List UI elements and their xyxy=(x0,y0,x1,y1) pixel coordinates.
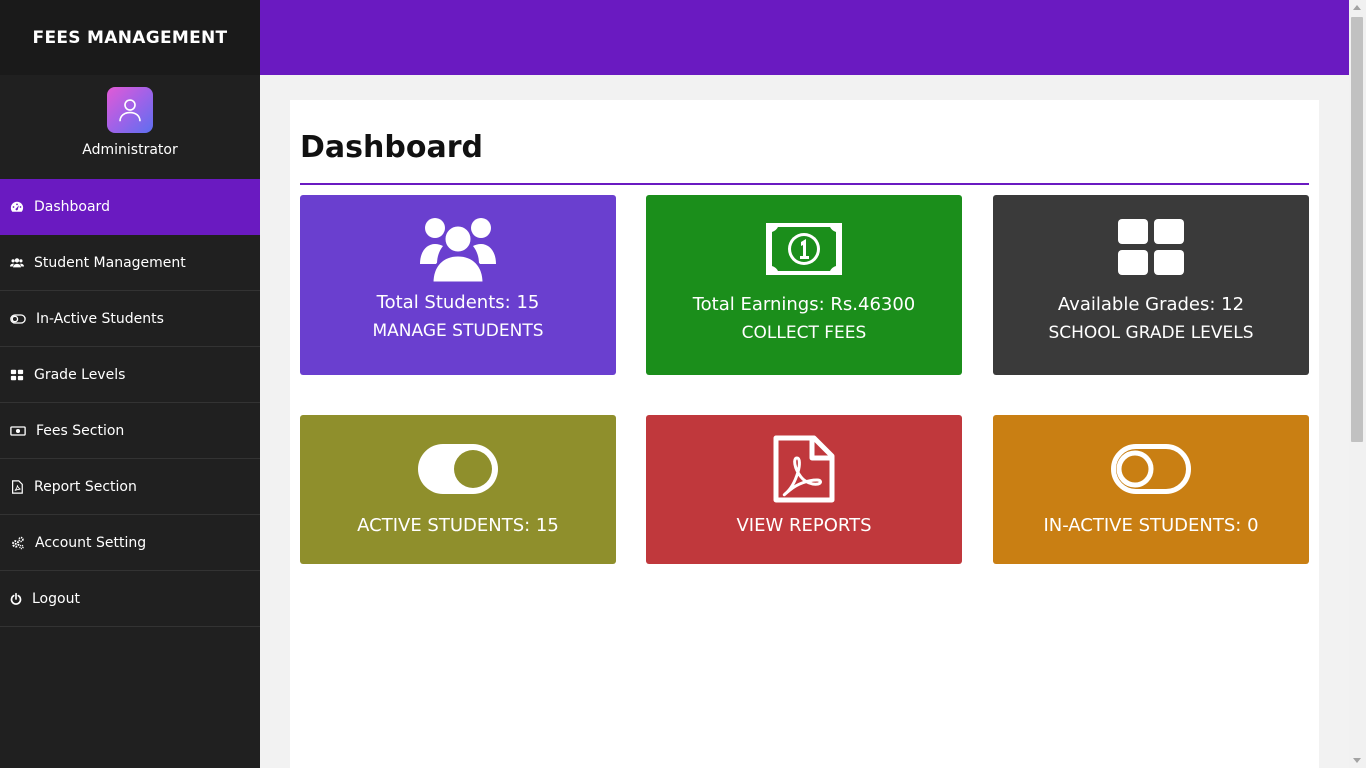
sidebar-item-label: Account Setting xyxy=(35,534,147,551)
title-divider xyxy=(300,183,1309,185)
school-grade-levels-link[interactable]: SCHOOL GRADE LEVELS xyxy=(1048,323,1253,343)
sidebar-item-label: Logout xyxy=(32,590,80,607)
money-bill-icon xyxy=(766,223,842,275)
sidebar-item-in-active-students[interactable]: In-Active Students xyxy=(0,291,260,347)
in-active-students-card[interactable]: IN-ACTIVE STUDENTS: 0 xyxy=(993,415,1309,564)
sidebar-item-label: In-Active Students xyxy=(36,310,164,327)
in-active-students-text: IN-ACTIVE STUDENTS: 0 xyxy=(1043,515,1259,536)
toggle-off-icon xyxy=(1111,444,1191,494)
sidebar-item-grade-levels[interactable]: Grade Levels xyxy=(0,347,260,403)
sidebar-item-student-management[interactable]: Student Management xyxy=(0,235,260,291)
pdf-file-icon xyxy=(773,435,835,503)
available-grades-text: Available Grades: 12 xyxy=(1057,294,1245,315)
dashboard-icon xyxy=(10,200,24,214)
profile-name: Administrator xyxy=(82,142,178,158)
total-earnings-text: Total Earnings: Rs.46300 xyxy=(692,294,916,315)
total-students-card[interactable]: Total Students: 15 MANAGE STUDENTS xyxy=(300,195,616,375)
toggle-on-icon xyxy=(418,444,498,494)
users-icon xyxy=(10,256,24,270)
manage-students-link[interactable]: MANAGE STUDENTS xyxy=(372,321,543,341)
pdf-file-icon xyxy=(10,479,24,494)
gears-icon xyxy=(10,536,25,550)
sidebar-item-dashboard[interactable]: Dashboard xyxy=(0,179,260,235)
sidebar-item-logout[interactable]: Logout xyxy=(0,571,260,627)
sidebar-item-report-section[interactable]: Report Section xyxy=(0,459,260,515)
view-reports-card[interactable]: VIEW REPORTS xyxy=(646,415,962,564)
power-icon xyxy=(10,592,22,606)
sidebar: FEES MANAGEMENT Administrator Dashboard … xyxy=(0,0,260,768)
money-icon xyxy=(10,424,26,438)
users-icon xyxy=(419,212,497,284)
top-bar xyxy=(260,0,1349,75)
sidebar-item-label: Student Management xyxy=(34,254,186,271)
sidebar-item-label: Report Section xyxy=(34,478,137,495)
brand-title: FEES MANAGEMENT xyxy=(0,0,260,75)
available-grades-card[interactable]: Available Grades: 12 SCHOOL GRADE LEVELS xyxy=(993,195,1309,375)
collect-fees-link[interactable]: COLLECT FEES xyxy=(742,323,867,343)
scroll-up-icon[interactable] xyxy=(1353,5,1361,10)
sidebar-nav: Dashboard Student Management In-Active S… xyxy=(0,179,260,627)
main-content: Dashboard Total Students: 15 MANAGE STUD… xyxy=(290,100,1319,768)
scroll-down-icon[interactable] xyxy=(1353,758,1361,763)
total-students-text: Total Students: 15 xyxy=(376,292,540,313)
active-students-text: ACTIVE STUDENTS: 15 xyxy=(357,515,559,536)
sidebar-item-label: Dashboard xyxy=(34,199,110,215)
page-scrollbar[interactable] xyxy=(1349,0,1366,768)
sidebar-item-label: Fees Section xyxy=(36,422,125,439)
toggle-off-icon xyxy=(10,312,26,326)
user-profile: Administrator xyxy=(0,75,260,179)
scrollbar-thumb[interactable] xyxy=(1351,17,1363,442)
sidebar-item-label: Grade Levels xyxy=(34,366,126,383)
total-earnings-card[interactable]: Total Earnings: Rs.46300 COLLECT FEES xyxy=(646,195,962,375)
sidebar-item-account-setting[interactable]: Account Setting xyxy=(0,515,260,571)
active-students-card[interactable]: ACTIVE STUDENTS: 15 xyxy=(300,415,616,564)
sidebar-item-fees-section[interactable]: Fees Section xyxy=(0,403,260,459)
user-avatar-icon xyxy=(107,87,153,133)
view-reports-text: VIEW REPORTS xyxy=(736,515,872,536)
grid-icon xyxy=(1118,219,1184,275)
page-title: Dashboard xyxy=(300,130,483,165)
grid-icon xyxy=(10,368,24,382)
